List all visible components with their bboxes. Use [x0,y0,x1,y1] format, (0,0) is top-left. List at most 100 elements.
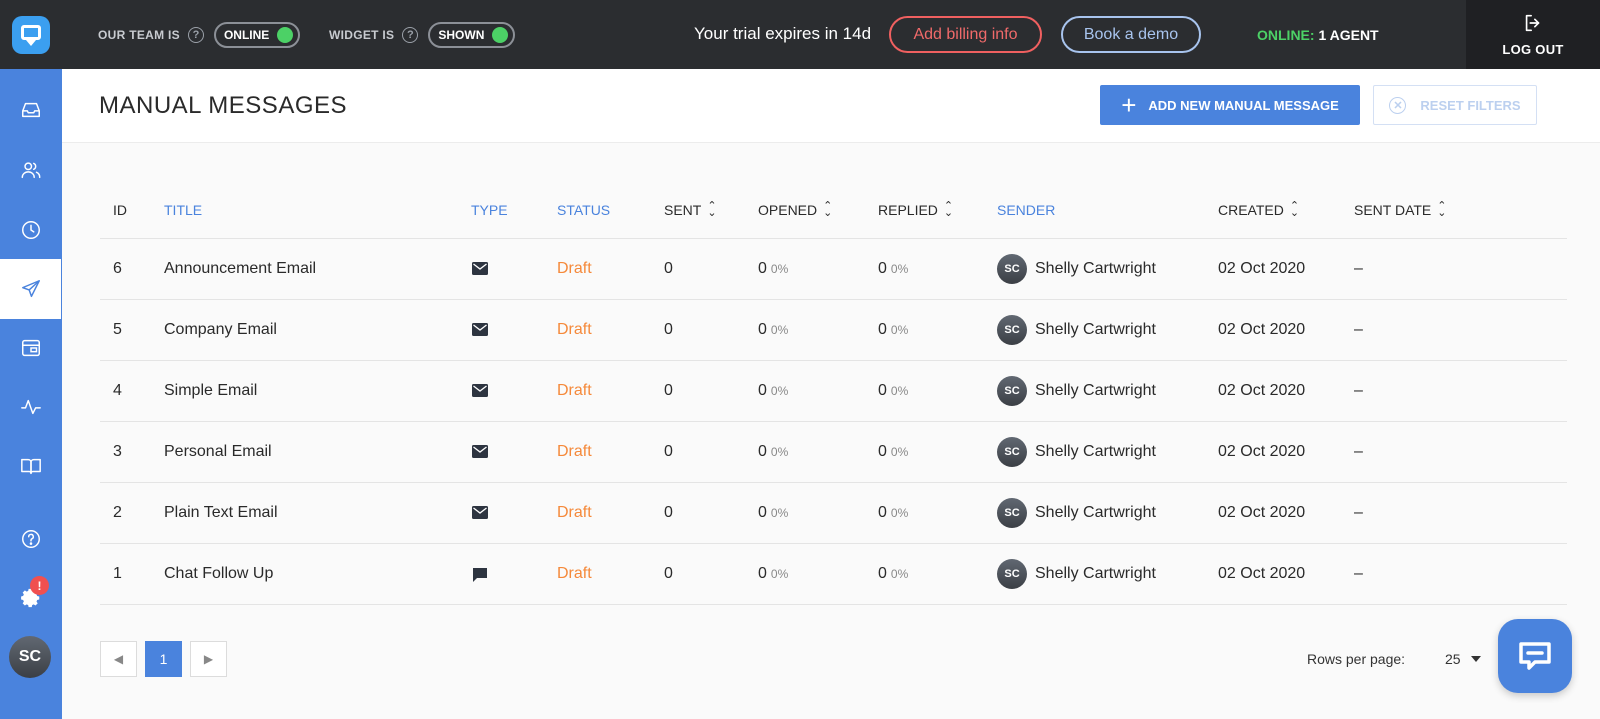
rows-per-page-select[interactable]: 25 [1445,651,1481,667]
opened-percent: 0% [770,567,789,581]
logout-button[interactable]: LOG OUT [1466,0,1600,69]
sidebar-item-knowledge-base[interactable] [0,436,62,496]
chevron-left-icon: ◀ [113,652,124,666]
cell-status: Draft [557,321,592,338]
cell-sender: SC Shelly Cartwright [997,315,1156,345]
email-type-icon [472,384,488,402]
email-type-icon [472,262,488,280]
chat-widget-button[interactable] [1498,619,1572,693]
table-row[interactable]: 3 Personal Email Draft 0 0 0% 0 0% SC Shelly Cart… [100,422,1567,483]
reset-filters-button[interactable]: ✕ RESET FILTERS [1373,85,1537,125]
sender-name: Shelly Cartwright [1035,260,1156,277]
table-row[interactable]: 2 Plain Text Email Draft 0 0 0% 0 0% SC Shelly Ca… [100,483,1567,544]
sidebar-item-reports[interactable] [0,377,62,437]
messages-table: ID TITLE TYPE STATUS SENT ⌃ ⌄ OPENED ⌃ ⌄ REP… [100,181,1567,605]
replied-count: 0 [878,443,887,460]
online-label: ONLINE: [1257,27,1315,43]
sidebar-item-help[interactable] [0,509,62,569]
avatar: SC [997,498,1027,528]
cell-created: 02 Oct 2020 [1218,504,1306,521]
column-header-sender[interactable]: SENDER [997,202,1055,218]
email-type-icon [472,506,488,524]
column-header-sent-date[interactable]: SENT DATE ⌃ ⌄ [1354,201,1447,219]
column-header-sent[interactable]: SENT ⌃ ⌄ [664,201,717,219]
cell-sender: SC Shelly Cartwright [997,254,1156,284]
column-header-title[interactable]: TITLE [164,202,202,218]
cell-status: Draft [557,443,592,460]
table-row[interactable]: 5 Company Email Draft 0 0 0% 0 0% SC Shelly Cartw… [100,300,1567,361]
cell-opened: 0 0% [758,382,788,400]
opened-percent: 0% [770,445,789,459]
cell-title[interactable]: Company Email [164,321,277,339]
cell-sender: SC Shelly Cartwright [997,498,1156,528]
sidebar-item-history[interactable] [0,200,62,260]
logout-icon [1525,14,1540,32]
caret-down-icon [1470,656,1481,662]
cell-title[interactable]: Personal Email [164,443,272,461]
column-header-type[interactable]: TYPE [471,202,508,218]
cell-id: 1 [113,565,122,582]
sidebar-item-inbox[interactable] [0,80,62,140]
sender-name: Shelly Cartwright [1035,504,1156,521]
reset-filters-label: RESET FILTERS [1420,97,1521,113]
cell-sender: SC Shelly Cartwright [997,437,1156,467]
sidebar-item-manual-messages[interactable] [0,259,61,319]
opened-count: 0 [758,382,767,399]
help-circle-icon[interactable]: ? [402,27,419,43]
replied-percent: 0% [890,445,909,459]
column-header-status[interactable]: STATUS [557,202,610,218]
column-header-sent-date-label: SENT DATE [1354,202,1432,218]
cell-sent: 0 [664,321,673,338]
agent-count: 1 AGENT [1318,27,1379,43]
cell-title[interactable]: Simple Email [164,382,257,400]
sidebar-item-settings[interactable]: ! [0,568,62,628]
cell-id: 6 [113,260,122,277]
rows-per-page-label: Rows per page: [1307,651,1406,667]
prev-page-button[interactable]: ◀ [100,641,137,677]
sidebar-item-contacts[interactable] [0,140,62,200]
rows-per-page-value: 25 [1445,651,1461,667]
table-row[interactable]: 6 Announcement Email Draft 0 0 0% 0 0% SC Shelly … [100,239,1567,300]
book-demo-button[interactable]: Book a demo [1061,16,1201,53]
logo[interactable] [0,0,62,69]
cell-status: Draft [557,565,592,582]
cell-opened: 0 0% [758,321,788,339]
cell-id: 3 [113,443,122,460]
column-header-replied[interactable]: REPLIED ⌃ ⌄ [878,201,953,219]
add-manual-message-button[interactable]: + ADD NEW MANUAL MESSAGE [1100,85,1360,125]
team-online-toggle[interactable]: ONLINE [213,22,301,48]
sidebar-item-widget[interactable] [0,318,62,378]
add-billing-button[interactable]: Add billing info [889,16,1042,53]
email-type-icon [472,445,488,463]
column-header-created[interactable]: CREATED ⌃ ⌄ [1218,201,1299,219]
email-type-icon [472,323,488,341]
opened-count: 0 [758,321,767,338]
column-header-sent-label: SENT [664,202,702,218]
cell-sent-date: – [1354,504,1363,521]
page-title: MANUAL MESSAGES [99,92,348,119]
cell-sent-date: – [1354,443,1363,460]
cell-title[interactable]: Announcement Email [164,260,316,278]
team-status-label: OUR TEAM IS [98,28,180,42]
cell-created: 02 Oct 2020 [1218,260,1306,277]
widget-shown-toggle[interactable]: SHOWN [428,22,516,48]
page-button-current[interactable]: 1 [145,641,182,677]
column-header-opened[interactable]: OPENED ⌃ ⌄ [758,200,833,219]
toggle-dot [492,27,509,43]
next-page-button[interactable]: ▶ [190,641,227,677]
cell-id: 4 [113,382,122,399]
replied-count: 0 [878,504,887,521]
table-row[interactable]: 4 Simple Email Draft 0 0 0% 0 0% SC Shelly Cartwr… [100,361,1567,422]
cell-title[interactable]: Plain Text Email [164,504,278,522]
sort-icon: ⌃ ⌄ [823,200,833,219]
cell-id: 5 [113,321,122,338]
help-circle-icon[interactable]: ? [187,27,204,43]
table-row[interactable]: 1 Chat Follow Up Draft 0 0 0% 0 0% SC Shelly Cart… [100,544,1567,605]
add-manual-message-label: ADD NEW MANUAL MESSAGE [1148,97,1339,113]
cell-replied: 0 0% [878,321,908,339]
cell-sent-date: – [1354,565,1363,582]
column-header-opened-label: OPENED [758,202,818,218]
user-avatar[interactable]: SC [9,636,51,678]
opened-count: 0 [758,443,767,460]
cell-title[interactable]: Chat Follow Up [164,565,273,583]
